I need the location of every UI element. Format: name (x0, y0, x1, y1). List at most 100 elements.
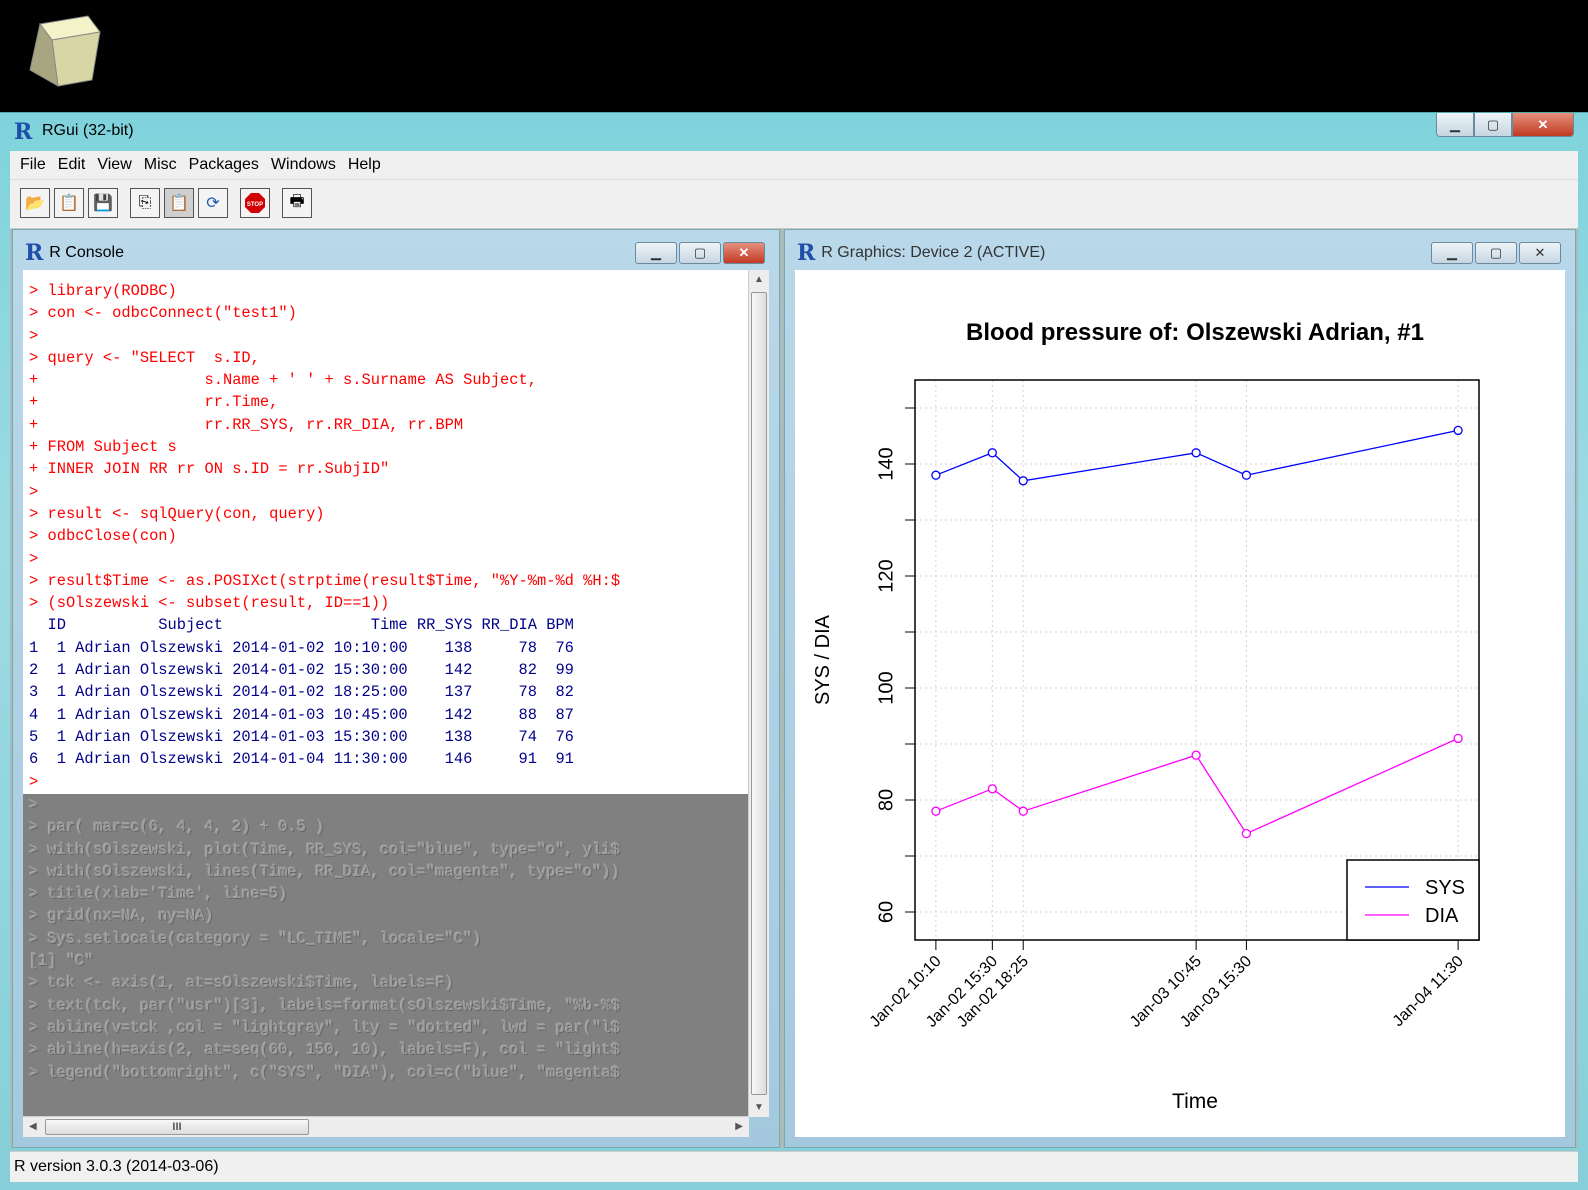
console-horizontal-scrollbar[interactable]: ◀ III ▶ (23, 1116, 749, 1137)
x-axis-label: Time (1172, 1090, 1218, 1113)
close-button[interactable]: ✕ (1512, 113, 1574, 137)
minimize-icon: ▁ (1447, 245, 1457, 260)
close-icon: ✕ (1537, 116, 1549, 132)
r-logo-icon: R (14, 119, 33, 145)
data-point-sys (1018, 476, 1028, 486)
save-workspace-icon: 💾 (93, 195, 113, 212)
legend-label-dia: DIA (1425, 905, 1459, 927)
y-tick-label: 60 (875, 901, 897, 923)
console-text-area[interactable]: > library(RODBC) > con <- odbcConnect("t… (23, 270, 749, 1117)
graphics-close-button[interactable]: ✕ (1519, 242, 1561, 264)
data-point-dia (1018, 806, 1028, 816)
data-point-dia (931, 806, 941, 816)
status-bar: R version 3.0.3 (2014-03-06) (10, 1151, 1578, 1182)
data-point-sys (1191, 448, 1201, 458)
load-workspace-button[interactable]: 📋 (54, 188, 84, 218)
data-point-dia (987, 784, 997, 794)
legend-box (1346, 859, 1480, 941)
console-title: R Console (49, 244, 124, 262)
open-script-button[interactable]: 📂 (20, 188, 50, 218)
plot-area: 60 80 100 120 140 Jan-02 10:10 Jan-02 15:30 Jan… (795, 270, 1565, 1137)
y-tick-label: 140 (875, 447, 897, 480)
r-graphics-window: R R Graphics: Device 2 (ACTIVE) ▁ ▢ ✕ 60 8… (784, 229, 1576, 1148)
console-prompt: > (29, 772, 39, 791)
scroll-up-icon[interactable]: ▲ (754, 274, 764, 285)
menu-help[interactable]: Help (348, 156, 381, 174)
console-title-bar[interactable]: R R Console (25, 242, 124, 264)
chart-title: Blood pressure of: Olszewski Adrian, #1 (966, 319, 1424, 346)
graphics-minimize-button[interactable]: ▁ (1431, 242, 1473, 264)
menu-misc[interactable]: Misc (144, 156, 177, 174)
console-history-block: > > par( mar=c(6, 4, 4, 2) + 0.5 ) > wit… (23, 794, 749, 1117)
data-point-sys (931, 470, 941, 480)
console-vertical-scrollbar[interactable]: ▲ ▼ (748, 270, 769, 1117)
minimize-icon: ▁ (1450, 116, 1460, 132)
paste-icon: 📋 (169, 195, 189, 212)
status-text: R version 3.0.3 (2014-03-06) (14, 1158, 219, 1175)
scroll-down-icon[interactable]: ▼ (754, 1102, 764, 1113)
result-table-rows: 1 1 Adrian Olszewski 2014-01-02 10:10:00… (29, 638, 574, 769)
data-point-dia (1191, 750, 1201, 760)
window-title: RGui (32-bit) (42, 122, 134, 139)
plot-frame (914, 379, 1480, 941)
copy-paste-icon: ⟳ (206, 195, 220, 212)
copy-icon: ⎘ (138, 194, 152, 211)
hscroll-thumb[interactable]: III (45, 1119, 309, 1135)
print-button[interactable]: 🖶 (282, 188, 312, 218)
r-console-window: R R Console ▁ ▢ ✕ > library(RODBC) > con … (12, 229, 780, 1148)
print-icon: 🖶 (289, 192, 305, 210)
console-maximize-button[interactable]: ▢ (679, 242, 721, 264)
graphics-title: R Graphics: Device 2 (ACTIVE) (821, 244, 1046, 262)
maximize-icon: ▢ (693, 245, 707, 260)
y-tick-label: 120 (875, 559, 897, 592)
menu-bar: File Edit View Misc Packages Windows Hel… (10, 151, 1578, 180)
copy-paste-button[interactable]: ⟳ (198, 188, 228, 218)
minimize-button[interactable]: ▁ (1436, 113, 1474, 137)
menu-packages[interactable]: Packages (189, 156, 259, 174)
open-script-icon: 📂 (25, 195, 45, 212)
menu-edit[interactable]: Edit (58, 156, 86, 174)
console-close-button[interactable]: ✕ (723, 242, 765, 264)
y-tick-label: 80 (875, 789, 897, 811)
graphics-title-bar[interactable]: R R Graphics: Device 2 (ACTIVE) (797, 242, 1045, 264)
load-workspace-icon: 📋 (59, 195, 79, 212)
rgui-window: R RGui (32-bit) ▁ ▢ ✕ File Edit View Mis… (0, 112, 1588, 1190)
save-workspace-button[interactable]: 💾 (88, 188, 118, 218)
minimize-icon: ▁ (651, 245, 661, 260)
menu-view[interactable]: View (97, 156, 131, 174)
stop-button[interactable]: STOP (240, 188, 270, 218)
scroll-right-icon[interactable]: ▶ (735, 1121, 743, 1132)
mdi-client: R R Console ▁ ▢ ✕ > library(RODBC) > con … (10, 229, 1578, 1148)
stop-icon: STOP (245, 193, 265, 213)
copy-button[interactable]: ⎘ (130, 188, 160, 218)
graphics-maximize-button[interactable]: ▢ (1475, 242, 1517, 264)
close-icon: ✕ (1534, 245, 1546, 260)
menu-file[interactable]: File (20, 156, 46, 174)
toolbar: 📂 📋 💾 ⎘ 📋 ⟳ STOP 🖶 (10, 180, 1578, 229)
scroll-thumb[interactable] (751, 292, 767, 1095)
y-axis-label: SYS / DIA (812, 614, 834, 705)
maximize-icon: ▢ (1489, 245, 1503, 260)
blood-pressure-chart: 6080100120140Jan-02 10:10Jan-02 15:30Jan… (812, 319, 1480, 1113)
r-logo-icon: R (797, 240, 816, 266)
maximize-icon: ▢ (1486, 116, 1500, 132)
data-point-sys (1453, 425, 1463, 436)
console-code-lines: > library(RODBC) > con <- odbcConnect("t… (29, 282, 621, 613)
title-bar[interactable]: R RGui (32-bit) ▁ ▢ ✕ (0, 113, 1588, 151)
maximize-button[interactable]: ▢ (1474, 113, 1512, 137)
y-tick-label: 100 (875, 671, 897, 704)
paste-button[interactable]: 📋 (164, 188, 194, 218)
menu-windows[interactable]: Windows (271, 156, 336, 174)
data-point-sys (987, 448, 997, 458)
console-minimize-button[interactable]: ▁ (635, 242, 677, 264)
data-point-sys (1241, 470, 1252, 480)
legend-label-sys: SYS (1425, 877, 1465, 899)
console-history-lines: > > par( mar=c(6, 4, 4, 2) + 0.5 ) > wit… (29, 796, 621, 1082)
x-tick-label: Jan-04 11:30 (1390, 953, 1467, 1030)
cube-logo-icon (29, 15, 101, 87)
result-table-header: ID Subject Time RR_SYS RR_DIA BPM (29, 616, 574, 635)
data-point-dia (1453, 733, 1463, 744)
scroll-left-icon[interactable]: ◀ (29, 1121, 37, 1132)
r-logo-icon: R (25, 240, 44, 266)
data-point-dia (1241, 828, 1252, 839)
